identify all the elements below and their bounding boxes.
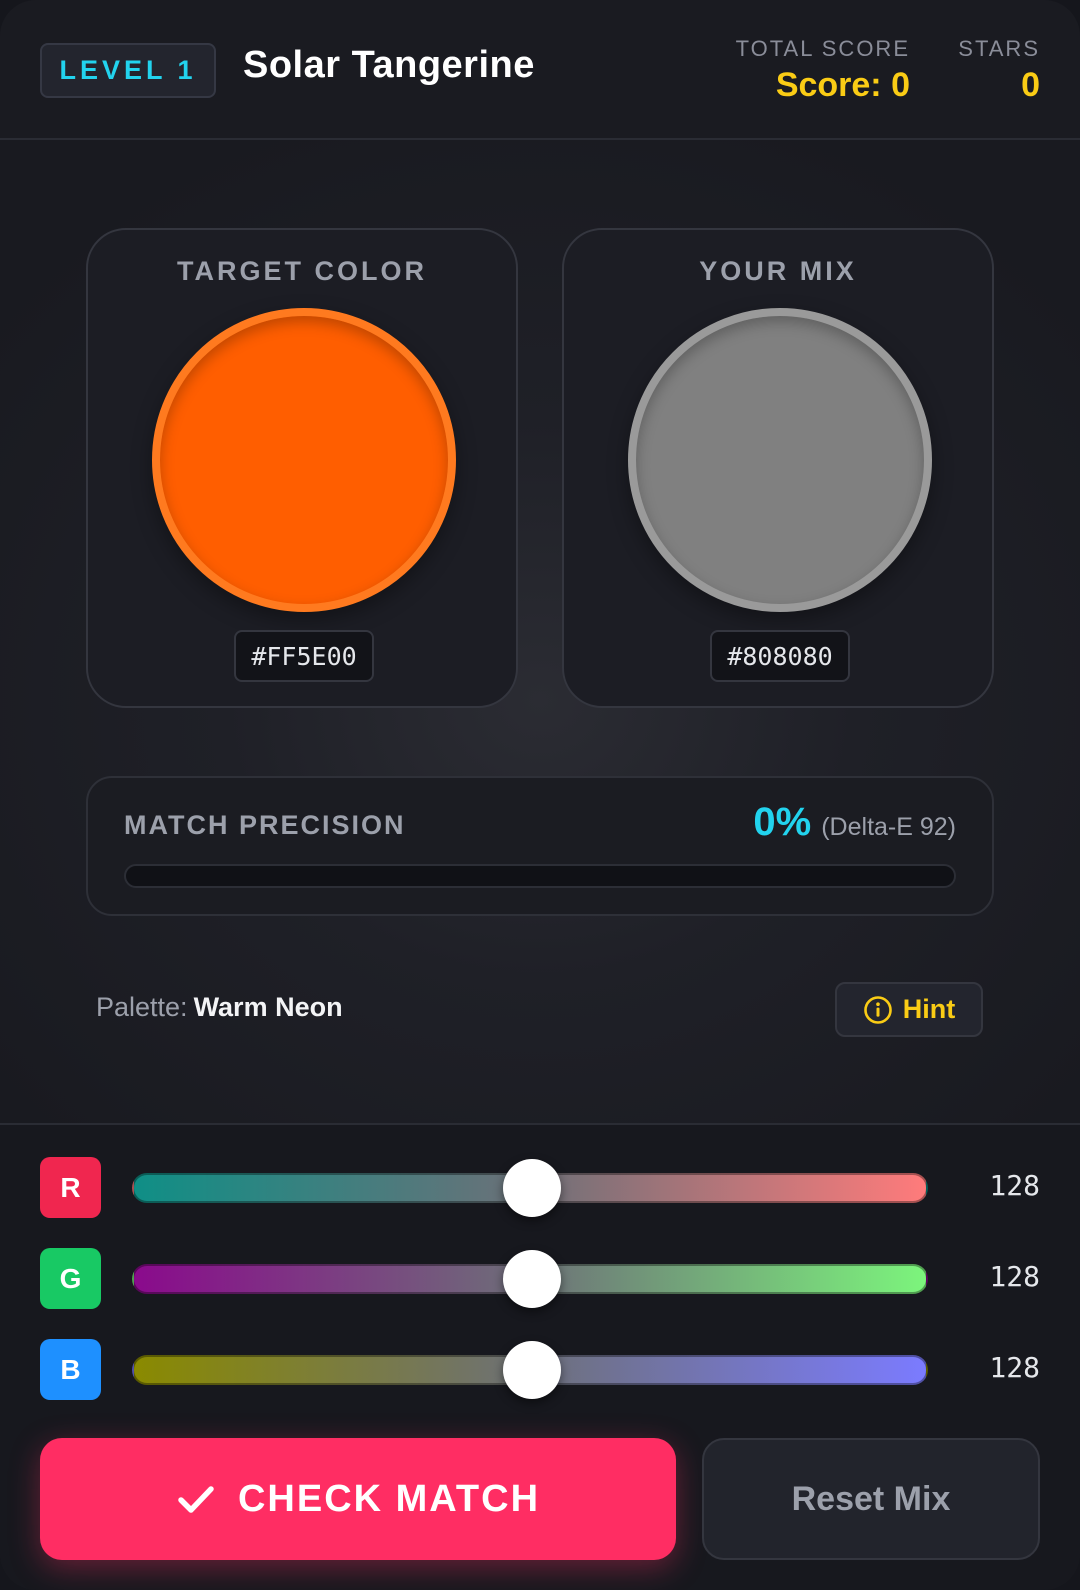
red-channel-badge: R xyxy=(40,1157,101,1218)
info-circle-icon xyxy=(863,995,892,1024)
your-mix-title: YOUR MIX xyxy=(699,256,857,286)
target-color-card: TARGET COLOR #FF5E00 xyxy=(86,228,518,708)
check-match-button[interactable]: CHECK MATCH xyxy=(40,1438,676,1560)
blue-slider-thumb[interactable] xyxy=(502,1341,561,1399)
match-precision-panel: MATCH PRECISION 0% (Delta-E 92) xyxy=(86,776,994,916)
stars-value: 0 xyxy=(1021,66,1040,104)
red-value: 128 xyxy=(989,1169,1040,1202)
hint-button[interactable]: Hint xyxy=(835,982,983,1037)
green-value: 128 xyxy=(989,1260,1040,1293)
blue-slider-row: B 128 xyxy=(0,1339,1080,1401)
palette-info: Palette: Warm Neon xyxy=(96,992,343,1023)
match-precision-label: MATCH PRECISION xyxy=(124,810,406,840)
stars-block: STARS 0 xyxy=(958,36,1040,105)
hint-label: Hint xyxy=(902,994,956,1024)
total-score-value: Score: 0 xyxy=(775,66,910,104)
checkmark-icon xyxy=(178,1486,214,1513)
palette-name: Warm Neon xyxy=(193,992,343,1022)
target-color-title: TARGET COLOR xyxy=(177,256,427,286)
your-mix-swatch xyxy=(628,308,932,612)
blue-slider-track[interactable] xyxy=(132,1341,928,1399)
level-badge: LEVEL 1 xyxy=(40,43,216,98)
total-score-block: TOTAL SCORE Score: 0 xyxy=(736,36,910,105)
match-precision-percent: 0% xyxy=(753,800,812,844)
red-slider-track[interactable] xyxy=(132,1159,928,1217)
green-slider-track[interactable] xyxy=(132,1250,928,1308)
stars-label: STARS xyxy=(958,36,1040,61)
match-precision-bar xyxy=(124,864,956,888)
mix-hex-code: #808080 xyxy=(710,630,850,682)
your-mix-card: YOUR MIX #808080 xyxy=(562,228,994,708)
level-title: Solar Tangerine xyxy=(243,44,535,86)
blue-channel-badge: B xyxy=(40,1339,101,1400)
red-slider-row: R 128 xyxy=(0,1157,1080,1219)
header-bar: LEVEL 1 Solar Tangerine TOTAL SCORE Scor… xyxy=(0,0,1080,140)
target-color-swatch xyxy=(152,308,456,612)
color-match-game: LEVEL 1 Solar Tangerine TOTAL SCORE Scor… xyxy=(0,0,1080,1590)
blue-value: 128 xyxy=(989,1351,1040,1384)
green-channel-badge: G xyxy=(40,1248,101,1309)
green-slider-row: G 128 xyxy=(0,1248,1080,1310)
red-slider-thumb[interactable] xyxy=(502,1159,561,1217)
check-match-label: CHECK MATCH xyxy=(237,1477,541,1520)
match-precision-readout: 0% (Delta-E 92) xyxy=(753,800,956,845)
total-score-label: TOTAL SCORE xyxy=(735,36,910,61)
reset-mix-button[interactable]: Reset Mix xyxy=(702,1438,1040,1560)
green-slider-thumb[interactable] xyxy=(502,1250,561,1308)
delta-e-value: (Delta-E 92) xyxy=(821,813,956,841)
target-hex-code: #FF5E00 xyxy=(234,630,374,682)
palette-prefix: Palette: xyxy=(96,992,188,1022)
